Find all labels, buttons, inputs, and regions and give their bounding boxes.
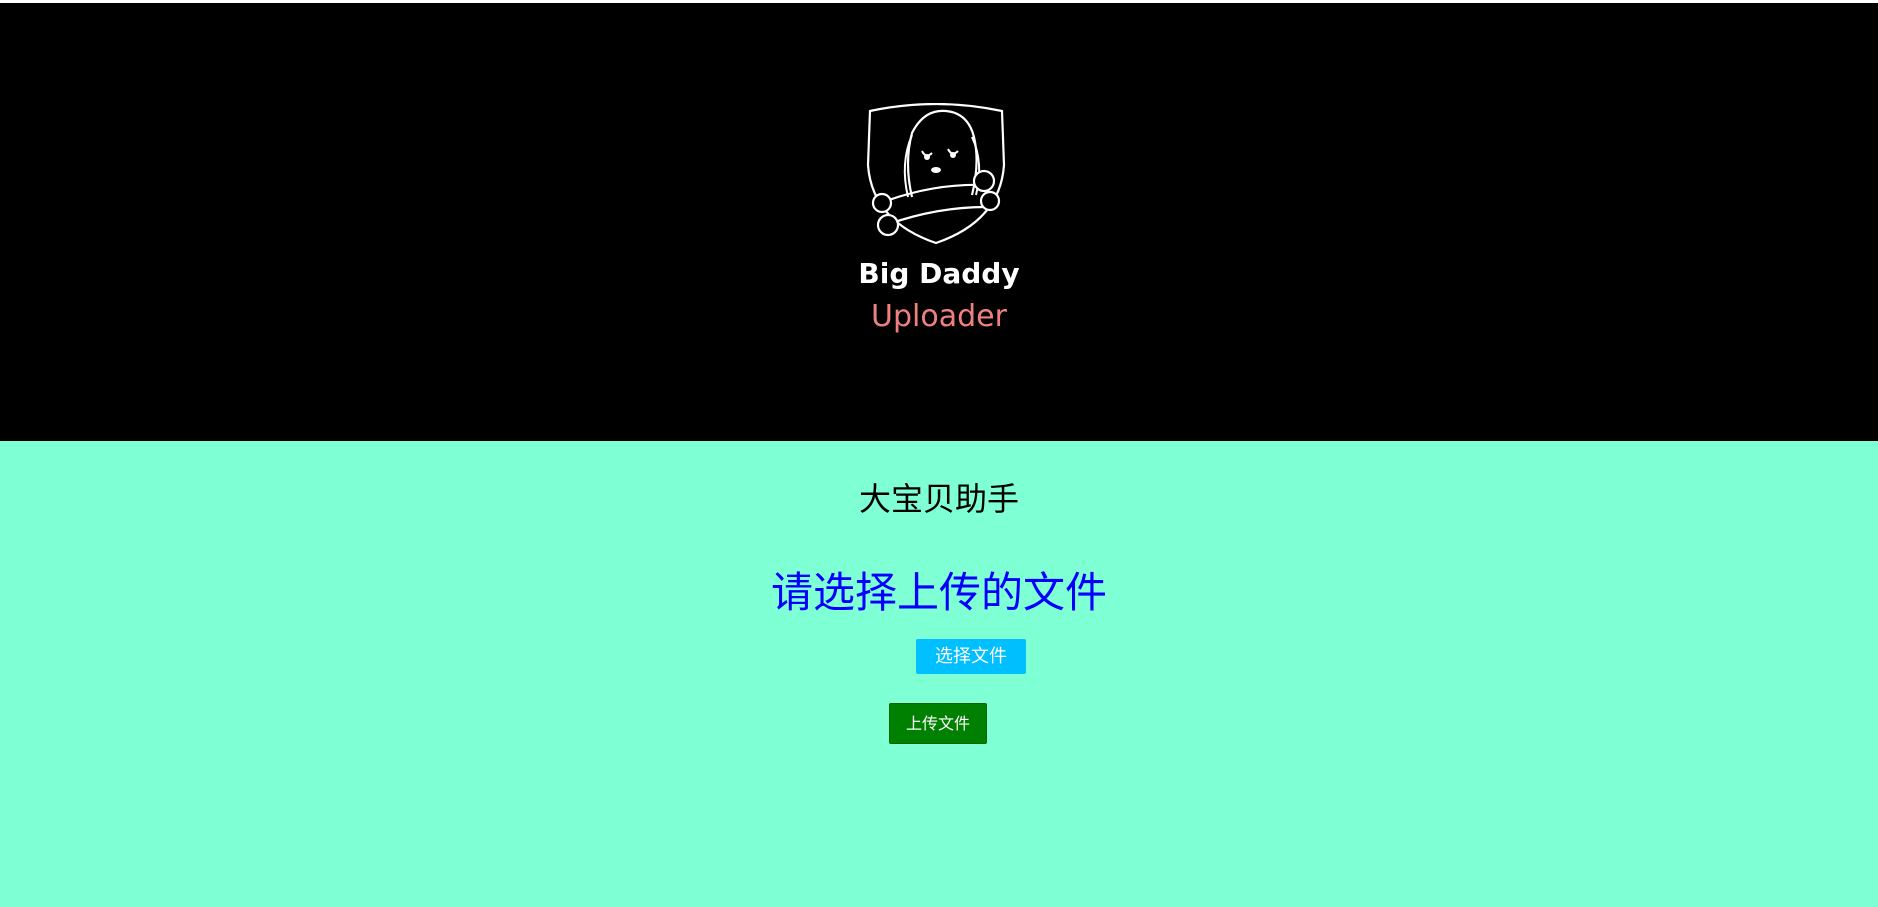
app-name: 大宝贝助手 bbox=[858, 480, 1019, 518]
logo: Big Daddy Uploader bbox=[0, 3, 1878, 441]
header-banner: Big Daddy Uploader bbox=[0, 3, 1878, 441]
upload-file-button[interactable]: 上传文件 bbox=[889, 703, 987, 744]
brand-title: Big Daddy bbox=[858, 257, 1020, 290]
upload-prompt: 请选择上传的文件 bbox=[770, 568, 1107, 617]
dog-with-bone-shield-icon bbox=[866, 103, 1006, 245]
choose-file-button[interactable]: 选择文件 bbox=[916, 639, 1026, 674]
brand-subtitle: Uploader bbox=[871, 299, 1007, 334]
upload-panel: 大宝贝助手 请选择上传的文件 选择文件 上传文件 bbox=[0, 441, 1878, 907]
